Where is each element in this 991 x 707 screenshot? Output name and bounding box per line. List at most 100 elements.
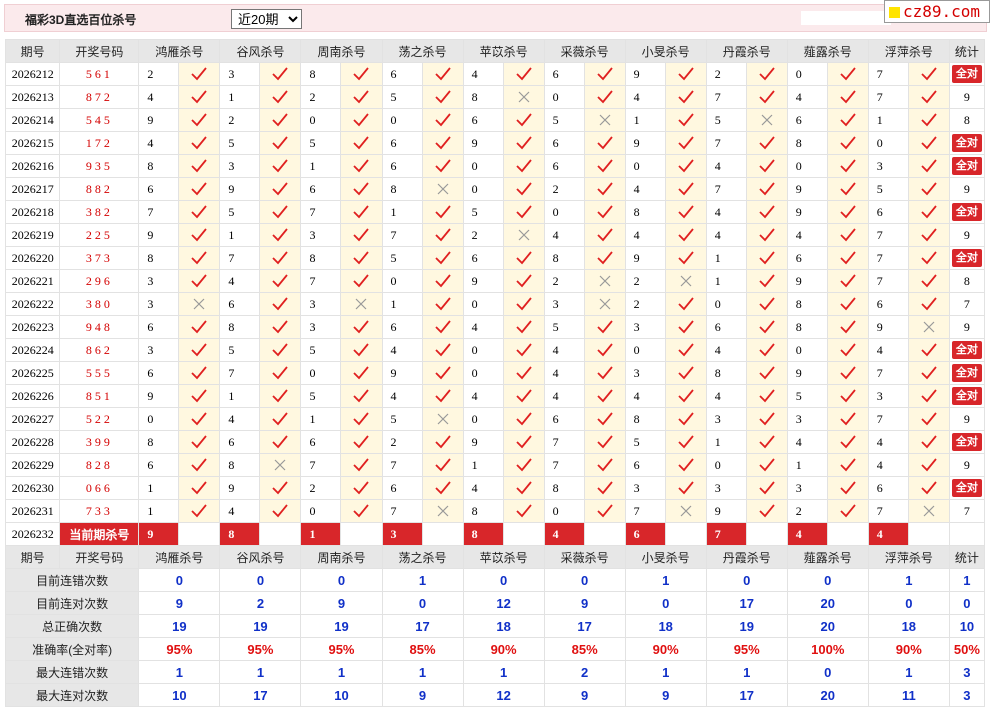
summary-value: 1 — [219, 660, 302, 684]
result-mark-cell — [907, 269, 950, 293]
cross-icon — [599, 114, 611, 126]
check-icon — [678, 297, 694, 311]
check-icon — [191, 366, 208, 380]
summary-stat: 3 — [948, 683, 986, 707]
check-icon — [434, 205, 451, 219]
result-mark-cell — [421, 85, 464, 109]
kill-value-cell: 6 — [381, 315, 423, 339]
check-icon — [596, 251, 613, 265]
result-mark-cell — [259, 108, 302, 132]
blank-panel — [801, 11, 891, 25]
result-mark-cell — [583, 407, 626, 431]
kill-value-cell: 0 — [624, 338, 666, 362]
kill-value-cell: 8 — [138, 154, 180, 178]
kill-value-cell: 8 — [786, 315, 828, 339]
check-icon — [191, 435, 208, 449]
header-expert: 丹霞杀号 — [705, 545, 788, 569]
summary-value: 9 — [624, 683, 707, 707]
summary-value: 1 — [381, 660, 464, 684]
header-expert: 小旻杀号 — [624, 545, 707, 569]
result-mark-cell — [826, 292, 869, 316]
check-icon — [434, 481, 451, 495]
check-icon — [759, 205, 775, 219]
summary-value: 0 — [543, 568, 626, 592]
result-mark-cell — [745, 269, 788, 293]
summary-value: 95% — [705, 637, 788, 661]
cross-icon — [518, 229, 530, 241]
kill-value-cell: 6 — [462, 108, 504, 132]
draw-numbers-cell: 545 — [59, 108, 140, 132]
check-icon — [921, 136, 937, 150]
result-mark-cell — [259, 85, 302, 109]
result-mark-cell — [745, 223, 788, 247]
result-mark-cell — [907, 131, 950, 155]
kill-value-cell: 1 — [300, 154, 342, 178]
stat-cell: 全对 — [948, 246, 986, 270]
check-icon — [678, 182, 694, 196]
summary-row: 最大连对次数 10 17 10 9 12 9 9 17 20 11 3 — [4, 683, 986, 707]
kill-value-cell: 5 — [381, 85, 423, 109]
kill-value-cell: 6 — [219, 430, 261, 454]
summary-value: 20 — [786, 614, 869, 638]
result-mark-cell — [502, 453, 545, 477]
site-logo[interactable]: cz89.com — [884, 0, 990, 23]
kill-value-cell: 3 — [219, 154, 261, 178]
result-mark-cell — [583, 223, 626, 247]
draw-numbers-cell: 172 — [59, 131, 140, 155]
header-expert: 谷风杀号 — [219, 39, 302, 63]
result-mark-cell — [421, 361, 464, 385]
kill-value-cell: 7 — [219, 246, 261, 270]
summary-value: 9 — [381, 683, 464, 707]
result-mark-cell — [259, 177, 302, 201]
kill-value-cell: 7 — [138, 200, 180, 224]
kill-value-cell: 4 — [786, 85, 828, 109]
check-icon — [840, 297, 856, 311]
summary-value: 18 — [462, 614, 545, 638]
summary-value: 2 — [543, 660, 626, 684]
check-icon — [596, 67, 613, 81]
kill-value-cell: 7 — [543, 453, 585, 477]
kill-value-cell: 9 — [786, 361, 828, 385]
check-icon — [515, 297, 532, 311]
kill-value-cell: 0 — [543, 499, 585, 523]
kill-value-cell: 9 — [705, 499, 747, 523]
summary-value: 0 — [786, 660, 869, 684]
result-mark-cell — [259, 384, 302, 408]
check-icon — [353, 343, 370, 357]
summary-label: 最大连对次数 — [4, 683, 140, 707]
check-icon — [515, 458, 532, 472]
period-range-select[interactable]: 近20期 — [231, 9, 302, 29]
result-mark-cell — [826, 223, 869, 247]
result-mark-cell — [745, 154, 788, 178]
cross-icon — [761, 114, 773, 126]
check-icon — [272, 504, 289, 518]
summary-stat: 50% — [948, 637, 986, 661]
kill-value-cell: 5 — [300, 338, 342, 362]
kill-value-cell: 5 — [543, 315, 585, 339]
header-expert: 周南杀号 — [300, 39, 383, 63]
kill-value-cell: 6 — [543, 407, 585, 431]
summary-value: 95% — [138, 637, 221, 661]
kill-value-cell: 4 — [543, 384, 585, 408]
result-mark-cell — [826, 361, 869, 385]
kill-value-cell: 5 — [381, 407, 423, 431]
result-mark-cell — [907, 200, 950, 224]
result-mark-cell — [502, 246, 545, 270]
check-icon — [759, 90, 775, 104]
kill-value-cell: 3 — [867, 154, 909, 178]
check-icon — [921, 228, 937, 242]
result-mark-cell — [664, 338, 707, 362]
current-kill-value: 8 — [219, 522, 261, 546]
check-icon — [191, 136, 208, 150]
check-icon — [191, 320, 208, 334]
current-kill-spacer — [502, 522, 545, 546]
summary-stat: 10 — [948, 614, 986, 638]
result-mark-cell — [502, 338, 545, 362]
check-icon — [434, 320, 451, 334]
result-mark-cell — [745, 246, 788, 270]
period-cell: 2026227 — [4, 407, 61, 431]
all-correct-badge: 全对 — [951, 157, 982, 175]
result-mark-cell — [664, 407, 707, 431]
check-icon — [921, 274, 937, 288]
check-icon — [191, 274, 208, 288]
